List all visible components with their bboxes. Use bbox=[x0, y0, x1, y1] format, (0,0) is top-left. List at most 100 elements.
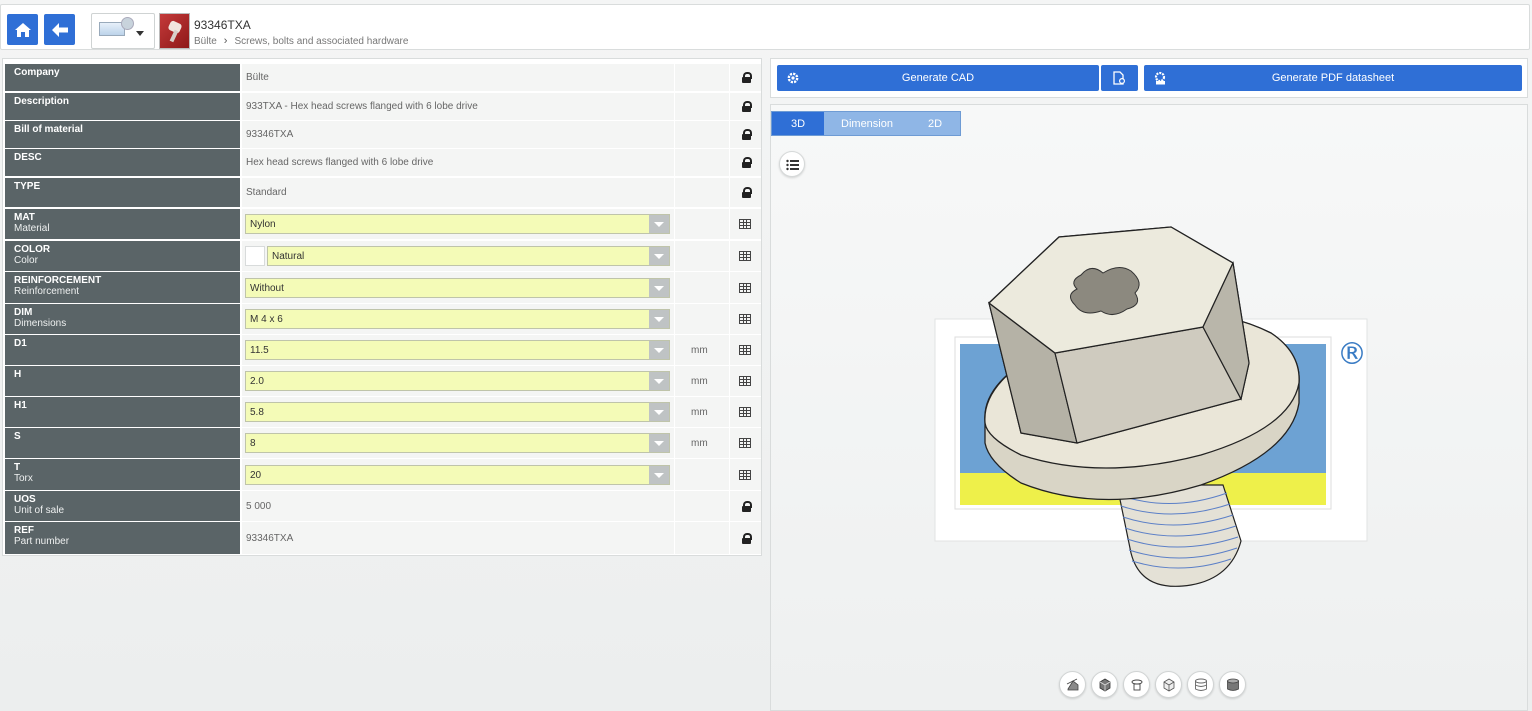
attribute-select[interactable]: 8 bbox=[245, 433, 670, 453]
attribute-select[interactable]: 11.5 bbox=[245, 340, 670, 360]
table-icon[interactable] bbox=[739, 314, 751, 324]
hidden-lines-button[interactable] bbox=[1187, 671, 1214, 698]
attribute-value-cell: Standard bbox=[242, 178, 761, 207]
table-icon[interactable] bbox=[739, 219, 751, 229]
breadcrumb-item-manufacturer[interactable]: Bülte bbox=[194, 36, 217, 47]
list-menu-button[interactable] bbox=[779, 151, 805, 177]
home-button[interactable] bbox=[7, 14, 38, 45]
attribute-select-value: 2.0 bbox=[250, 376, 264, 387]
dropdown-arrow-icon[interactable] bbox=[649, 279, 669, 297]
attribute-row: REF Part number 93346TXA bbox=[5, 522, 761, 555]
attribute-description: Unit of sale bbox=[14, 505, 65, 516]
generate-pdf-label: Generate PDF datasheet bbox=[1271, 72, 1395, 84]
dropdown-arrow-icon[interactable] bbox=[649, 247, 669, 265]
back-button[interactable] bbox=[44, 14, 75, 45]
attribute-row: Bill of material 93346TXA bbox=[5, 121, 761, 149]
attribute-code: T bbox=[14, 462, 21, 473]
attribute-select-value: 5.8 bbox=[250, 407, 264, 418]
attribute-code: DESC bbox=[14, 152, 42, 163]
lock-icon bbox=[742, 533, 752, 544]
document-gear-icon bbox=[1113, 71, 1126, 85]
action-bar: Generate CAD Generate PDF datasheet bbox=[770, 58, 1528, 98]
generate-cad-label: Generate CAD bbox=[901, 72, 975, 84]
dropdown-arrow-icon[interactable] bbox=[649, 434, 669, 452]
lock-icon bbox=[742, 72, 752, 83]
table-icon[interactable] bbox=[739, 283, 751, 293]
view-perspective-button[interactable] bbox=[1059, 671, 1086, 698]
attribute-value: 93346TXA bbox=[246, 129, 294, 140]
attribute-select[interactable]: Without bbox=[245, 278, 670, 298]
attribute-label: COLOR Color bbox=[5, 241, 240, 271]
view-perspective-icon bbox=[1066, 678, 1078, 690]
shaded-cube-button[interactable] bbox=[1091, 671, 1118, 698]
rotate-button[interactable] bbox=[1123, 671, 1150, 698]
tab-2d[interactable]: 2D bbox=[910, 112, 960, 135]
dropdown-arrow-icon[interactable] bbox=[649, 310, 669, 328]
wireframe-cube-button[interactable] bbox=[1155, 671, 1182, 698]
attribute-row: MAT Material Nylon bbox=[5, 209, 761, 240]
list-icon bbox=[786, 159, 799, 171]
attribute-value-cell: 93346TXA bbox=[242, 121, 761, 148]
breadcrumb: Bülte › Screws, bolts and associated har… bbox=[194, 35, 408, 47]
dropdown-arrow-icon[interactable] bbox=[649, 466, 669, 484]
attributes-panel: Company Bülte Description 933TXA - Hex head… bbox=[2, 58, 762, 556]
attribute-description: Torx bbox=[14, 473, 33, 484]
table-icon[interactable] bbox=[739, 345, 751, 355]
attribute-code: D1 bbox=[14, 338, 27, 349]
table-icon[interactable] bbox=[739, 376, 751, 386]
attribute-value-cell: 2.0 mm bbox=[242, 366, 761, 396]
attribute-select-value: Without bbox=[250, 283, 284, 294]
lock-icon bbox=[742, 187, 752, 198]
attribute-value: Standard bbox=[246, 187, 287, 198]
attribute-label: Description bbox=[5, 93, 240, 120]
tab-3d[interactable]: 3D bbox=[772, 112, 824, 135]
attribute-code: REINFORCEMENT bbox=[14, 275, 102, 286]
generate-pdf-button[interactable]: Generate PDF datasheet bbox=[1144, 65, 1522, 91]
attribute-select[interactable]: 20 bbox=[245, 465, 670, 485]
attribute-select[interactable]: Nylon bbox=[245, 214, 670, 234]
attribute-row: Company Bülte bbox=[5, 64, 761, 92]
attribute-label: H bbox=[5, 366, 240, 396]
table-icon[interactable] bbox=[739, 407, 751, 417]
solid-cylinder-button[interactable] bbox=[1219, 671, 1246, 698]
pdf-gear-icon bbox=[1154, 71, 1166, 85]
attribute-select[interactable]: 2.0 bbox=[245, 371, 670, 391]
chevron-down-icon bbox=[136, 31, 144, 36]
solid-cylinder-icon bbox=[1226, 678, 1239, 691]
attribute-select[interactable]: M 4 x 6 bbox=[245, 309, 670, 329]
attribute-label: H1 bbox=[5, 397, 240, 427]
generate-cad-button[interactable]: Generate CAD bbox=[777, 65, 1099, 91]
attribute-row: COLOR Color Natural bbox=[5, 241, 761, 272]
attribute-unit: mm bbox=[691, 407, 708, 418]
table-icon[interactable] bbox=[739, 251, 751, 261]
breadcrumb-item-category[interactable]: Screws, bolts and associated hardware bbox=[234, 36, 408, 47]
tab-dimension[interactable]: Dimension bbox=[824, 112, 910, 135]
attribute-select[interactable]: Natural bbox=[267, 246, 670, 266]
table-icon[interactable] bbox=[739, 470, 751, 480]
breadcrumb-separator: › bbox=[223, 35, 228, 47]
dropdown-arrow-icon[interactable] bbox=[649, 215, 669, 233]
catalog-selector[interactable] bbox=[91, 13, 155, 49]
cad-viewer[interactable]: 3D Dimension 2D ® bbox=[770, 104, 1528, 711]
attribute-select[interactable]: 5.8 bbox=[245, 402, 670, 422]
attribute-value-cell: 8 mm bbox=[242, 428, 761, 458]
attribute-value-cell: 93346TXA bbox=[242, 522, 761, 554]
attribute-code: S bbox=[14, 431, 21, 442]
dropdown-arrow-icon[interactable] bbox=[649, 403, 669, 421]
attribute-row: S 8 mm bbox=[5, 428, 761, 459]
view-tools-bar bbox=[1059, 671, 1246, 698]
wireframe-cube-icon bbox=[1163, 678, 1174, 691]
dropdown-arrow-icon[interactable] bbox=[649, 372, 669, 390]
attribute-select-value: 20 bbox=[250, 470, 262, 481]
color-swatch[interactable] bbox=[245, 246, 265, 266]
dropdown-arrow-icon[interactable] bbox=[649, 341, 669, 359]
attribute-row: D1 11.5 mm bbox=[5, 335, 761, 366]
document-settings-button[interactable] bbox=[1101, 65, 1138, 91]
top-bar: 93346TXA Bülte › Screws, bolts and assoc… bbox=[0, 4, 1530, 50]
screw-3d-model[interactable]: ® bbox=[931, 223, 1371, 593]
attribute-row: Description 933TXA - Hex head screws flan… bbox=[5, 93, 761, 121]
attribute-code: H1 bbox=[14, 400, 27, 411]
attribute-row: H 2.0 mm bbox=[5, 366, 761, 397]
attribute-label: D1 bbox=[5, 335, 240, 365]
table-icon[interactable] bbox=[739, 438, 751, 448]
